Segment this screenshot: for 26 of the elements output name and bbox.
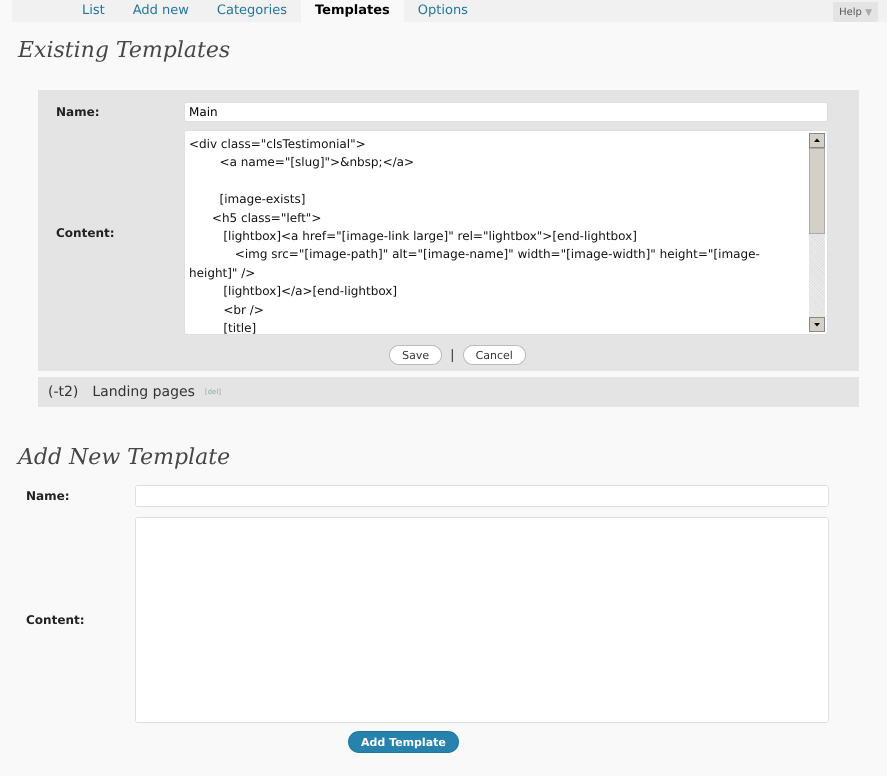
scroll-down-icon[interactable] <box>809 317 825 332</box>
tab[interactable]: Add new <box>118 0 203 22</box>
content-field[interactable] <box>135 517 829 723</box>
scroll-thumb[interactable] <box>809 148 825 234</box>
scroll-up-icon[interactable] <box>809 133 825 148</box>
help-button[interactable]: Help ▼ <box>833 2 878 22</box>
template-name[interactable]: Landing pages <box>92 384 195 400</box>
add-template-button[interactable]: Add Template <box>348 731 459 753</box>
cancel-button[interactable]: Cancel <box>462 345 526 365</box>
scrollbar[interactable] <box>809 133 825 332</box>
template-id: (-t2) <box>48 384 78 400</box>
section-heading: Existing Templates <box>18 38 232 65</box>
field-label: Content: <box>55 226 116 240</box>
name-field[interactable]: Main <box>184 102 828 122</box>
tab[interactable]: Options <box>404 0 482 22</box>
name-field[interactable] <box>135 485 829 507</box>
field-label: Name: <box>25 489 71 503</box>
content-field[interactable]: <div class="clsTestimonial"> <a name="[slug]">&nbsp;</a> [image-exists] <h5 class="left"> [lightbox]<a href="[image-link large]" rel="lightbox">[end-lightbox] <img src="[image-path]" alt="[image-name]" width="[image-width]" height="[image-height]" /> [lightbox]</a>[end-lightbox] <br /> [title] <box>184 130 828 335</box>
field-label: Name: <box>55 105 101 119</box>
separator: | <box>450 348 455 362</box>
tab[interactable]: Templates <box>300 0 404 22</box>
field-label: Content: <box>25 613 86 627</box>
tab[interactable]: List <box>68 0 119 22</box>
tab[interactable]: Categories <box>202 0 301 22</box>
section-heading: Add New Template <box>18 445 232 472</box>
save-button[interactable]: Save <box>389 345 442 365</box>
